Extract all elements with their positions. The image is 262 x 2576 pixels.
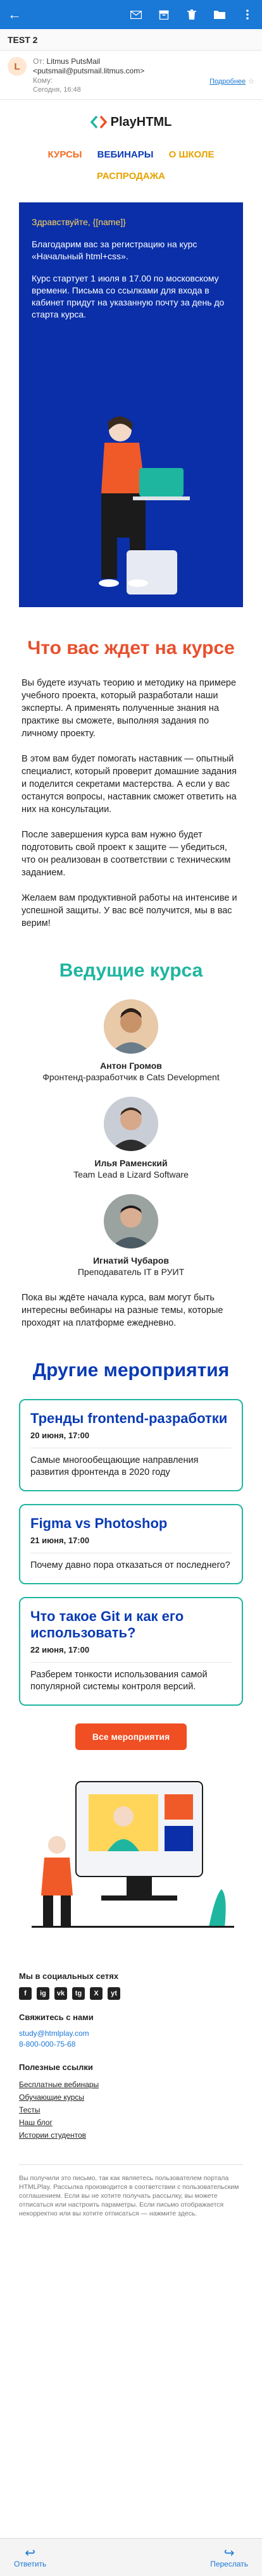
about-paragraph-3: После завершения курса вам нужно будет п… xyxy=(22,830,231,878)
hero-paragraph-1: Благодарим вас за регистрацию на курс «Н… xyxy=(32,239,197,261)
links-title: Полезные ссылки xyxy=(19,2062,93,2072)
telegram-icon[interactable]: tg xyxy=(72,1987,85,2000)
teacher-card: Илья Раменский Team Lead в Lizard Softwa… xyxy=(19,1097,243,1180)
forward-label: Переслать xyxy=(210,2559,248,2568)
event-card[interactable]: Figma vs Photoshop 21 июня, 17:00 Почему… xyxy=(19,1504,243,1584)
teacher-name: Антон Громов xyxy=(100,1061,162,1071)
event-title[interactable]: Что такое Git и как его использовать? xyxy=(30,1608,232,1641)
reply-icon: ↩ xyxy=(25,2546,36,2560)
teachers-note-text: Пока вы ждёте начала курса, вам могут бы… xyxy=(22,1293,223,1328)
link-courses[interactable]: Обучающие курсы xyxy=(19,2091,243,2104)
forward-button[interactable]: ↪ Переслать xyxy=(210,2547,248,2568)
star-icon[interactable]: ☆ xyxy=(248,78,254,85)
teacher-photo xyxy=(104,999,158,1054)
nav-courses-link[interactable]: КУРСЫ xyxy=(47,149,82,160)
link-webinars[interactable]: Бесплатные вебинары xyxy=(19,2078,243,2091)
teacher-photo xyxy=(104,1194,158,1248)
mail-bottom-bar: ↩ Ответить ↪ Переслать xyxy=(0,2538,262,2576)
details-area: Подробнее ☆ xyxy=(209,77,254,85)
sender-info: От: Litmus PutsMail <putsmail@putsmail.l… xyxy=(33,57,209,94)
nav-about-link[interactable]: О ШКОЛЕ xyxy=(169,149,215,160)
about-title: Что вас ждет на курсе xyxy=(27,638,235,658)
social-title: Мы в социальных сетях xyxy=(19,1971,119,1981)
about-paragraph-4: Желаем вам продуктивной работы на интенс… xyxy=(22,893,237,928)
hero-banner: Здравствуйте, {[name]} Благодарим вас за… xyxy=(19,202,243,607)
brand-name: PlayHTML xyxy=(110,114,172,129)
event-card[interactable]: Что такое Git и как его использовать? 22… xyxy=(19,1597,243,1706)
from-label: От: xyxy=(33,57,45,66)
email-subject: TEST 2 xyxy=(0,29,262,51)
to-label: Кому: xyxy=(33,76,53,85)
mail-toolbar: ← xyxy=(0,0,262,29)
videocall-illustration xyxy=(19,1769,243,1933)
event-title[interactable]: Figma vs Photoshop xyxy=(30,1515,232,1532)
sender-avatar[interactable]: L xyxy=(8,57,27,76)
about-paragraph-2: В этом вам будет помогать наставник — оп… xyxy=(22,754,237,815)
sender-name[interactable]: Litmus PutsMail xyxy=(47,57,101,66)
mail-icon[interactable] xyxy=(129,9,143,20)
reply-button[interactable]: ↩ Ответить xyxy=(14,2547,46,2568)
teacher-role: Преподаватель IT в РУИТ xyxy=(77,1267,185,1277)
event-description: Почему давно пора отказаться от последне… xyxy=(30,1553,232,1572)
event-date: 21 июня, 17:00 xyxy=(30,1536,90,1545)
youtube-icon[interactable]: yt xyxy=(108,1987,120,2000)
playhtml-logo-icon xyxy=(90,115,107,129)
trash-icon[interactable] xyxy=(185,9,199,20)
teacher-name: Игнатий Чубаров xyxy=(93,1255,169,1266)
about-text: Вы будете изучать теорию и методику на п… xyxy=(19,677,243,930)
contact-title: Свяжитесь с нами xyxy=(19,2012,94,2022)
details-link[interactable]: Подробнее xyxy=(209,78,246,85)
link-tests[interactable]: Тесты xyxy=(19,2104,243,2116)
all-events-button[interactable]: Все мероприятия xyxy=(75,1723,187,1750)
email-body: PlayHTML КУРСЫ ВЕБИНАРЫ О ШКОЛЕ РАСПРОДА… xyxy=(19,100,243,2218)
forward-icon: ↪ xyxy=(223,2546,235,2560)
teachers-note: Пока вы ждёте начала курса, вам могут бы… xyxy=(19,1291,243,1329)
social-links: f ig vk tg X yt xyxy=(19,1987,243,2000)
event-date: 22 июня, 17:00 xyxy=(30,1645,90,1655)
event-description: Разберем тонкости использования самой по… xyxy=(30,1662,232,1693)
teachers-title: Ведущие курса xyxy=(59,960,203,981)
event-description: Самые многообещающие направления развити… xyxy=(30,1448,232,1479)
teacher-name: Илья Раменский xyxy=(94,1158,168,1168)
teacher-photo xyxy=(104,1097,158,1151)
email-nav: КУРСЫ ВЕБИНАРЫ О ШКОЛЕ РАСПРОДАЖА xyxy=(19,144,243,187)
link-stories[interactable]: Истории студентов xyxy=(19,2129,243,2142)
twitter-icon[interactable]: X xyxy=(90,1987,103,2000)
archive-icon[interactable] xyxy=(157,9,171,20)
nav-sale-link[interactable]: РАСПРОДАЖА xyxy=(97,171,165,182)
contact-links: study@htmlplay.com 8-800-000-75-68 xyxy=(19,2028,243,2050)
teacher-role: Фронтенд-разработчик в Cats Development xyxy=(42,1072,220,1082)
about-paragraph-1: Вы будете изучать теорию и методику на п… xyxy=(22,678,237,739)
facebook-icon[interactable]: f xyxy=(19,1987,32,2000)
useful-links: Бесплатные вебинары Обучающие курсы Тест… xyxy=(19,2078,243,2142)
contact-email-link[interactable]: study@htmlplay.com xyxy=(19,2028,243,2039)
event-date: 20 июня, 17:00 xyxy=(30,1431,90,1440)
contact-phone-link[interactable]: 8-800-000-75-68 xyxy=(19,2039,243,2050)
email-date: Сегодня, 16:48 xyxy=(33,86,81,94)
teacher-card: Антон Громов Фронтенд-разработчик в Cats… xyxy=(19,999,243,1083)
event-card[interactable]: Тренды frontend-разработки 20 июня, 17:0… xyxy=(19,1399,243,1491)
teacher-role: Team Lead в Lizard Software xyxy=(73,1169,189,1180)
vk-icon[interactable]: vk xyxy=(54,1987,67,2000)
nav-webinars-link[interactable]: ВЕБИНАРЫ xyxy=(97,149,154,160)
folder-icon[interactable] xyxy=(213,9,227,20)
email-header: L От: Litmus PutsMail <putsmail@putsmail… xyxy=(0,51,262,100)
instagram-icon[interactable]: ig xyxy=(37,1987,49,2000)
hero-greeting: Здравствуйте, {[name]} xyxy=(32,217,126,227)
teacher-card: Игнатий Чубаров Преподаватель IT в РУИТ xyxy=(19,1194,243,1278)
hero-paragraph-2: Курс стартует 1 июля в 17.00 по московск… xyxy=(32,273,225,319)
reply-label: Ответить xyxy=(14,2559,47,2568)
person-laptop-illustration xyxy=(99,416,190,595)
events-title: Другие мероприятия xyxy=(32,1360,230,1381)
brand-logo[interactable]: PlayHTML xyxy=(19,100,243,144)
sender-email[interactable]: <putsmail@putsmail.litmus.com> xyxy=(33,66,209,76)
event-title[interactable]: Тренды frontend-разработки xyxy=(30,1410,232,1427)
more-icon[interactable] xyxy=(240,9,254,20)
footer-disclaimer: Вы получили это письмо, так как являетес… xyxy=(19,2164,243,2218)
back-arrow-icon[interactable]: ← xyxy=(8,6,27,23)
link-blog[interactable]: Наш блог xyxy=(19,2116,243,2129)
